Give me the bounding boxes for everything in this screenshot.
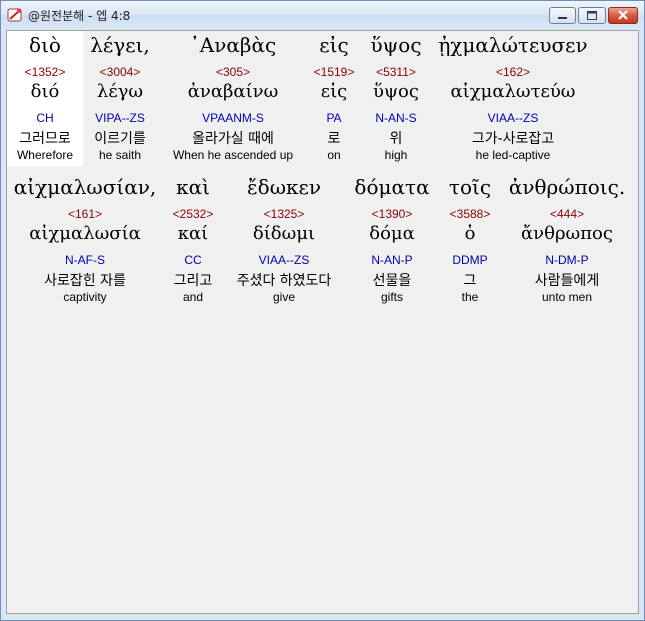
parsing-code: PA (326, 111, 342, 125)
lexical-form: ὕψος (373, 81, 419, 102)
minimize-icon (558, 17, 567, 19)
lexical-form: δίδωμι (252, 223, 316, 244)
parsing-code: N-AN-P (371, 253, 413, 267)
greek-word: ἀνθρώποις. (508, 175, 626, 199)
greek-word: λέγει, (90, 33, 150, 57)
lexical-form: ἄνθρωπος (521, 223, 613, 244)
analysis-pane[interactable]: διὸ <1352> διό CH 그러므로 Wherefore λέγει, … (6, 30, 639, 614)
english-gloss: Wherefore (16, 148, 74, 162)
strong-number: <305> (215, 65, 251, 79)
lexical-form: διό (30, 81, 60, 102)
korean-gloss: 그가-사로잡고 (471, 131, 555, 147)
parsing-code: N-AF-S (65, 253, 105, 267)
korean-gloss: 위 (389, 131, 403, 147)
korean-gloss: 사로잡힌 자를 (44, 273, 126, 289)
greek-word: ἔδωκεν (246, 175, 322, 199)
app-icon (7, 8, 22, 22)
lexical-form: δόμα (369, 223, 415, 244)
greek-word: εἰς (319, 33, 349, 57)
lexical-form: εἰς (320, 81, 348, 102)
korean-gloss: 로 (327, 131, 341, 147)
app-window: @원전분해 - 엡 4:8 διὸ <1352> διό CH 그러므로 Whe… (0, 0, 645, 621)
strong-number: <1325> (263, 207, 305, 221)
parsing-code: CC (184, 253, 202, 267)
greek-word: τοῖς (448, 175, 492, 199)
korean-gloss: 그리고 (173, 273, 213, 289)
korean-gloss: 주셨다 하였도다 (236, 273, 332, 289)
parsing-code: VIAA--ZS (258, 253, 310, 267)
close-button[interactable] (608, 7, 638, 24)
english-gloss: he led-captive (475, 148, 551, 162)
parsing-code: N-AN-S (375, 111, 417, 125)
strong-number: <2532> (172, 207, 214, 221)
lexical-form: λέγω (96, 81, 144, 102)
strong-number: <1352> (24, 65, 66, 79)
parsing-code: CH (36, 111, 54, 125)
title-bar[interactable]: @원전분해 - 엡 4:8 (1, 1, 644, 29)
korean-gloss: 그 (463, 273, 477, 289)
strong-number: <3588> (449, 207, 491, 221)
strong-number: <1519> (313, 65, 355, 79)
strong-number: <3004> (99, 65, 141, 79)
korean-gloss: 이르기를 (94, 131, 146, 147)
lexical-form: αἰχμαλωσία (29, 223, 141, 244)
korean-gloss: 사람들에게 (534, 273, 600, 289)
parsing-code: N-DM-P (545, 253, 589, 267)
strong-number: <161> (67, 207, 103, 221)
greek-word: δόματα (354, 175, 430, 199)
korean-gloss: 그러므로 (19, 131, 71, 147)
maximize-icon (587, 11, 597, 20)
english-gloss: captivity (63, 290, 107, 304)
parsing-code: VIAA--ZS (487, 111, 539, 125)
strong-number: <162> (495, 65, 531, 79)
strong-number: <5311> (376, 65, 416, 79)
greek-word: ᾐχμαλώτευσεν (438, 33, 588, 57)
english-gloss: unto men (541, 290, 593, 304)
minimize-button[interactable] (549, 7, 576, 24)
english-gloss: he saith (98, 148, 142, 162)
english-gloss: give (272, 290, 295, 304)
greek-word: καὶ (176, 175, 210, 199)
lexical-form: ὁ (464, 223, 476, 244)
english-gloss: the (461, 290, 479, 304)
greek-word: αἰχμαλωσίαν, (13, 175, 157, 199)
english-gloss: on (327, 148, 341, 162)
korean-gloss: 선물을 (372, 273, 412, 289)
strong-number: <444> (549, 207, 585, 221)
parsing-code: DDMP (452, 253, 488, 267)
english-gloss: high (384, 148, 408, 162)
english-gloss: and (182, 290, 204, 304)
maximize-button[interactable] (578, 7, 606, 24)
close-icon (618, 10, 628, 20)
parsing-code: VIPA--ZS (95, 111, 145, 125)
lexical-form: ἀναβαίνω (187, 81, 279, 102)
window-title: @원전분해 - 엡 4:8 (28, 9, 131, 23)
strong-number: <1390> (371, 207, 413, 221)
english-gloss: gifts (380, 290, 403, 304)
parsing-code: VPAANM-S (202, 111, 264, 125)
greek-word: ᾿Αναβὰς (189, 33, 277, 57)
greek-word: διὸ (29, 33, 61, 57)
lexical-form: αἰχμαλωτεύω (450, 81, 576, 102)
word-column[interactable]: διὸ <1352> διό CH 그러므로 Wherefore (7, 31, 83, 166)
korean-gloss: 올라가실 때에 (192, 131, 274, 147)
lexical-form: καί (177, 223, 209, 244)
english-gloss: When he ascended up (172, 148, 294, 162)
greek-word: ὕψος (370, 33, 422, 57)
